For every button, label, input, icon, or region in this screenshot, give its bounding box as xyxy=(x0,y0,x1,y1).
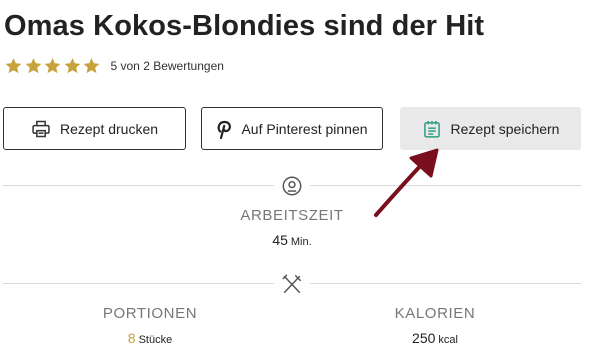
annotation-arrow-icon xyxy=(374,148,439,217)
